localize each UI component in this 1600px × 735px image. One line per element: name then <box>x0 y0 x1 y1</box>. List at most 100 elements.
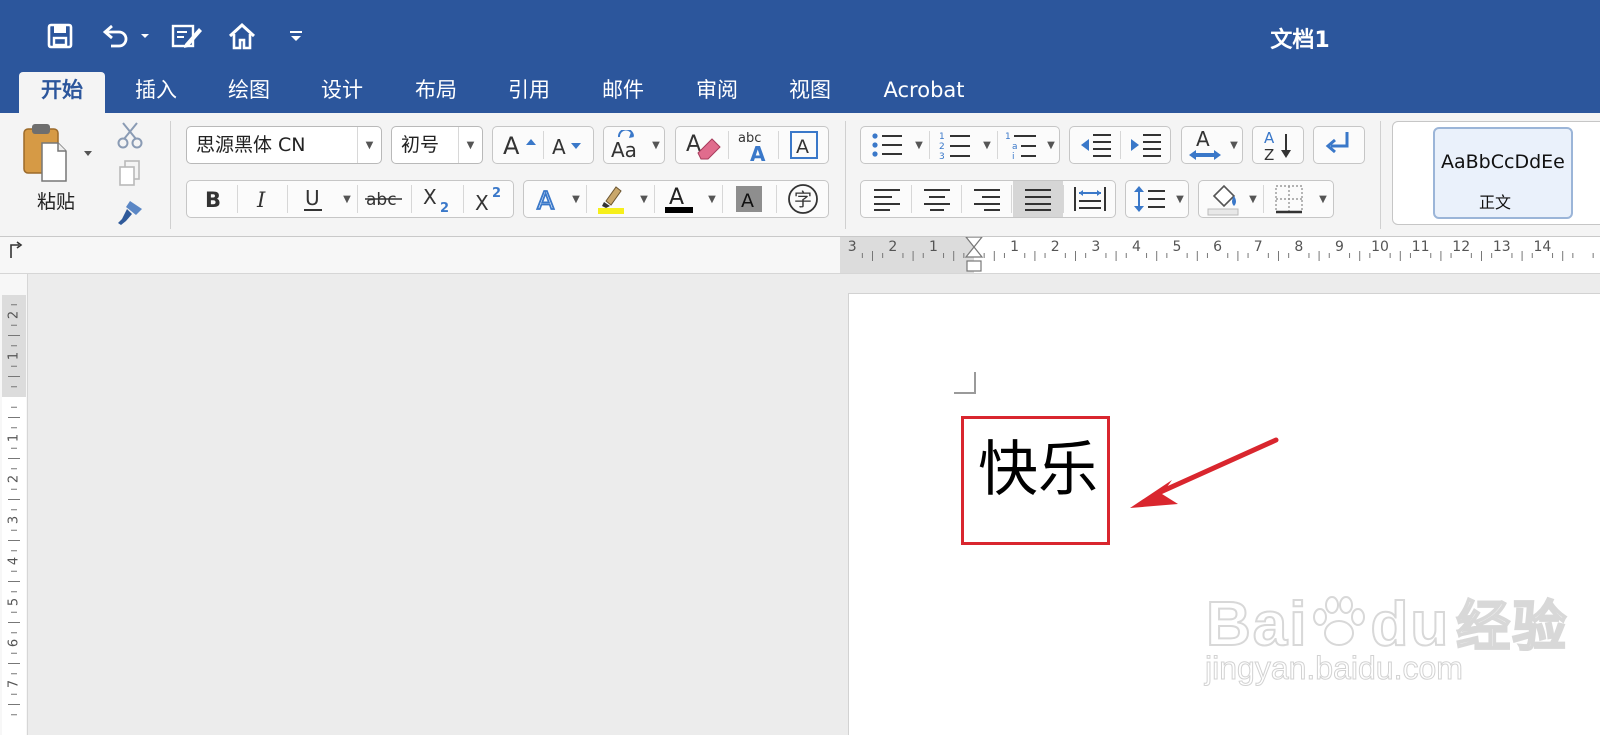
borders-icon[interactable] <box>1265 181 1313 217</box>
ruler-number: 4 <box>1132 239 1141 255</box>
list-buttons: ▼ 123 ▼ 1ai ▼ <box>860 126 1060 164</box>
phonetic-guide-icon[interactable]: abc A <box>730 127 778 163</box>
tab-insert[interactable]: 插入 <box>118 72 194 113</box>
underline-icon[interactable]: U <box>289 181 337 217</box>
svg-text:A: A <box>669 185 684 210</box>
left-indent-marker[interactable] <box>966 260 982 272</box>
document-title: 文档1 <box>1270 28 1330 53</box>
sort-group: AZ <box>1252 126 1304 164</box>
align-right-icon[interactable] <box>963 181 1011 217</box>
highlighter-icon[interactable] <box>588 181 634 217</box>
font-name-combo[interactable]: 思源黑体 CN ▼ <box>186 126 382 164</box>
ruler-number: 1 <box>7 352 22 360</box>
chevron-down-icon[interactable]: ▼ <box>357 127 381 163</box>
ruler-number: 5 <box>1173 239 1182 255</box>
show-paragraph-marks-icon[interactable] <box>1316 127 1362 163</box>
font-name-value[interactable]: 思源黑体 CN <box>196 127 306 163</box>
svg-text:A: A <box>537 186 554 214</box>
subscript-icon[interactable]: X2 <box>413 181 461 217</box>
font-color-icon[interactable]: A <box>656 181 702 217</box>
multilevel-list-icon[interactable]: 1ai <box>999 127 1043 163</box>
font-style-buttons: B I U ▼ abc X2 X2 <box>186 180 514 218</box>
bullets-icon[interactable] <box>863 127 911 163</box>
strikethrough-icon[interactable]: abc <box>359 181 409 217</box>
shading-icon[interactable] <box>1201 181 1245 217</box>
tab-selector-icon[interactable] <box>5 240 25 260</box>
superscript-icon[interactable]: X2 <box>465 181 513 217</box>
chevron-down-icon[interactable]: ▼ <box>339 181 355 217</box>
change-case-icon[interactable]: Aa <box>606 127 648 163</box>
align-center-icon[interactable] <box>913 181 961 217</box>
annotation-highlight-box <box>961 416 1110 545</box>
chevron-down-icon[interactable]: ▼ <box>704 181 720 217</box>
ruler-number: 4 <box>7 557 22 565</box>
text-effects-icon[interactable]: A <box>526 181 570 217</box>
chevron-down-icon[interactable]: ▼ <box>1245 181 1261 217</box>
undo-dropdown-icon[interactable] <box>138 14 152 58</box>
distributed-icon[interactable] <box>1065 181 1115 217</box>
chevron-down-icon[interactable]: ▼ <box>911 127 927 163</box>
font-size-combo[interactable]: 初号 ▼ <box>391 126 483 164</box>
line-spacing-icon[interactable] <box>1128 181 1172 217</box>
font-effects-buttons: A ▼ ▼ A ▼ A 字 <box>523 180 829 218</box>
tab-layout[interactable]: 布局 <box>398 72 474 113</box>
chevron-down-icon[interactable]: ▼ <box>568 181 584 217</box>
svg-text:A: A <box>503 132 520 159</box>
tab-review[interactable]: 审阅 <box>679 72 755 113</box>
ruler-number: 3 <box>848 239 857 255</box>
tab-view[interactable]: 视图 <box>772 72 848 113</box>
paste-dropdown-icon[interactable] <box>82 143 96 157</box>
edit-document-icon[interactable] <box>166 14 208 58</box>
sort-icon[interactable]: AZ <box>1255 127 1301 163</box>
ribbon-home: 粘贴 思源黑体 CN ▼ 初号 ▼ A A Aa ▼ A abc A A B I… <box>0 113 1600 237</box>
horizontal-ruler[interactable]: 3 2 1 1 2 3 4 5 6 7 8 9 10 11 12 13 14 <box>840 237 1600 273</box>
ruler-number: 7 <box>1254 239 1263 255</box>
home-icon[interactable] <box>222 14 262 58</box>
undo-icon[interactable] <box>96 14 136 58</box>
tab-references[interactable]: 引用 <box>491 72 567 113</box>
vertical-ruler[interactable]: 2 1 1 2 3 4 5 6 7 <box>0 295 28 735</box>
tab-home[interactable]: 开始 <box>19 72 105 113</box>
tab-draw[interactable]: 绘图 <box>211 72 287 113</box>
character-shading-icon[interactable]: A <box>724 181 774 217</box>
chevron-down-icon[interactable]: ▼ <box>1043 127 1059 163</box>
ruler-number: 8 <box>1294 239 1303 255</box>
increase-indent-icon[interactable] <box>1122 127 1170 163</box>
ruler-number: 6 <box>7 639 22 647</box>
copy-icon[interactable] <box>114 157 146 189</box>
chevron-down-icon[interactable]: ▼ <box>458 127 482 163</box>
tab-design[interactable]: 设计 <box>304 72 380 113</box>
svg-text:1: 1 <box>939 132 945 142</box>
bold-icon[interactable]: B <box>189 181 237 217</box>
paste-label[interactable]: 粘贴 <box>20 187 92 214</box>
ribbon-tab-bar: 开始 插入 绘图 设计 布局 引用 邮件 审阅 视图 Acrobat <box>0 72 1600 113</box>
chevron-down-icon[interactable]: ▼ <box>1172 181 1188 217</box>
chevron-down-icon[interactable]: ▼ <box>648 127 664 163</box>
save-icon[interactable] <box>40 14 80 58</box>
tab-mailings[interactable]: 邮件 <box>585 72 661 113</box>
shrink-font-icon[interactable]: A <box>545 127 591 163</box>
decrease-indent-icon[interactable] <box>1072 127 1120 163</box>
justify-icon[interactable] <box>1013 181 1063 217</box>
ruler-number: 11 <box>1412 239 1430 255</box>
font-size-value[interactable]: 初号 <box>401 127 439 163</box>
chevron-down-icon[interactable]: ▼ <box>636 181 652 217</box>
italic-icon[interactable]: I <box>239 181 287 217</box>
numbering-icon[interactable]: 123 <box>931 127 979 163</box>
cut-icon[interactable] <box>114 119 146 151</box>
chevron-down-icon[interactable]: ▼ <box>1226 127 1242 163</box>
asian-layout-icon[interactable]: A <box>1184 127 1226 163</box>
customize-toolbar-icon[interactable] <box>282 14 310 58</box>
character-border-icon[interactable]: A <box>780 127 828 163</box>
style-sample-text: AaBbCcDdEe <box>1441 151 1565 173</box>
clear-formatting-icon[interactable]: A <box>678 127 728 163</box>
format-painter-icon[interactable] <box>114 197 146 229</box>
enclose-characters-icon[interactable]: 字 <box>778 181 828 217</box>
tab-acrobat[interactable]: Acrobat <box>868 72 980 113</box>
align-left-icon[interactable] <box>863 181 911 217</box>
chevron-down-icon[interactable]: ▼ <box>1315 181 1331 217</box>
chevron-down-icon[interactable]: ▼ <box>979 127 995 163</box>
style-normal[interactable]: AaBbCcDdEe 正文 <box>1433 127 1573 219</box>
grow-font-icon[interactable]: A <box>497 127 543 163</box>
paste-icon[interactable] <box>18 121 74 185</box>
